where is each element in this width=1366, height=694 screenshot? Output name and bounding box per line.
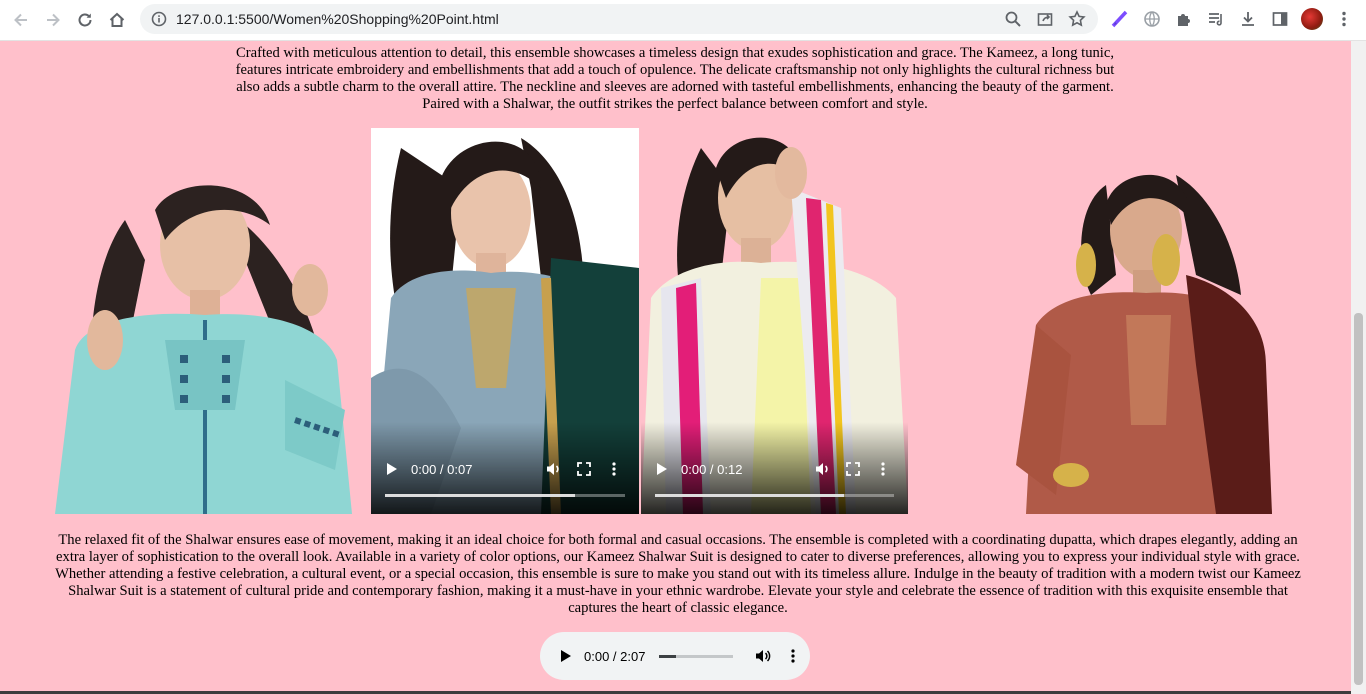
video-progress-bar[interactable] <box>385 494 625 497</box>
play-icon[interactable] <box>649 462 675 476</box>
volume-icon[interactable] <box>539 461 569 477</box>
browser-toolbar: 127.0.0.1:5500/Women%20Shopping%20Point.… <box>0 0 1366 41</box>
menu-icon[interactable] <box>1330 5 1358 33</box>
more-options-icon[interactable] <box>868 462 898 476</box>
description-paragraph-top: Crafted with meticulous attention to det… <box>235 45 1115 112</box>
video-time: 0:00 / 0:07 <box>411 461 473 477</box>
reload-icon[interactable] <box>69 4 101 36</box>
download-icon[interactable] <box>1234 5 1262 33</box>
play-icon[interactable] <box>556 649 576 663</box>
fullscreen-icon[interactable] <box>838 462 868 476</box>
audio-player[interactable]: 0:00 / 2:07 <box>540 632 810 680</box>
forward-icon[interactable] <box>37 4 69 36</box>
video-progress-bar[interactable] <box>655 494 894 497</box>
side-panel-icon[interactable] <box>1266 5 1294 33</box>
audio-progress-bar[interactable] <box>659 654 734 658</box>
back-icon[interactable] <box>5 4 37 36</box>
globe-extension-icon[interactable] <box>1138 5 1166 33</box>
info-icon[interactable] <box>150 10 168 28</box>
reading-list-icon[interactable] <box>1202 5 1230 33</box>
product-image-teal-kameez <box>55 170 352 514</box>
star-icon[interactable] <box>1064 6 1090 32</box>
more-options-icon[interactable] <box>599 462 629 476</box>
pen-extension-icon[interactable] <box>1106 5 1134 33</box>
share-icon[interactable] <box>1032 6 1058 32</box>
scrollbar-thumb[interactable] <box>1354 313 1363 685</box>
product-image-rust-kameez <box>996 165 1272 514</box>
more-options-icon[interactable] <box>783 649 803 663</box>
home-icon[interactable] <box>101 4 133 36</box>
video-controls: 0:00 / 0:07 <box>371 422 639 514</box>
fullscreen-icon[interactable] <box>569 462 599 476</box>
volume-icon[interactable] <box>753 648 773 664</box>
page-scrollbar[interactable] <box>1351 41 1366 694</box>
product-video-2[interactable]: 0:00 / 0:12 <box>641 128 908 514</box>
volume-icon[interactable] <box>808 461 838 477</box>
zoom-icon[interactable] <box>1000 6 1026 32</box>
description-paragraph-bottom: The relaxed fit of the Shalwar ensures e… <box>55 532 1301 616</box>
video-time: 0:00 / 0:12 <box>681 461 743 477</box>
profile-avatar[interactable] <box>1298 5 1326 33</box>
puzzle-icon[interactable] <box>1170 5 1198 33</box>
product-video-1[interactable]: 0:00 / 0:07 <box>371 128 639 514</box>
url-text[interactable]: 127.0.0.1:5500/Women%20Shopping%20Point.… <box>176 11 499 27</box>
play-icon[interactable] <box>379 462 405 476</box>
address-bar[interactable]: 127.0.0.1:5500/Women%20Shopping%20Point.… <box>140 4 1098 34</box>
audio-time: 0:00 / 2:07 <box>584 648 646 664</box>
video-controls: 0:00 / 0:12 <box>641 422 908 514</box>
